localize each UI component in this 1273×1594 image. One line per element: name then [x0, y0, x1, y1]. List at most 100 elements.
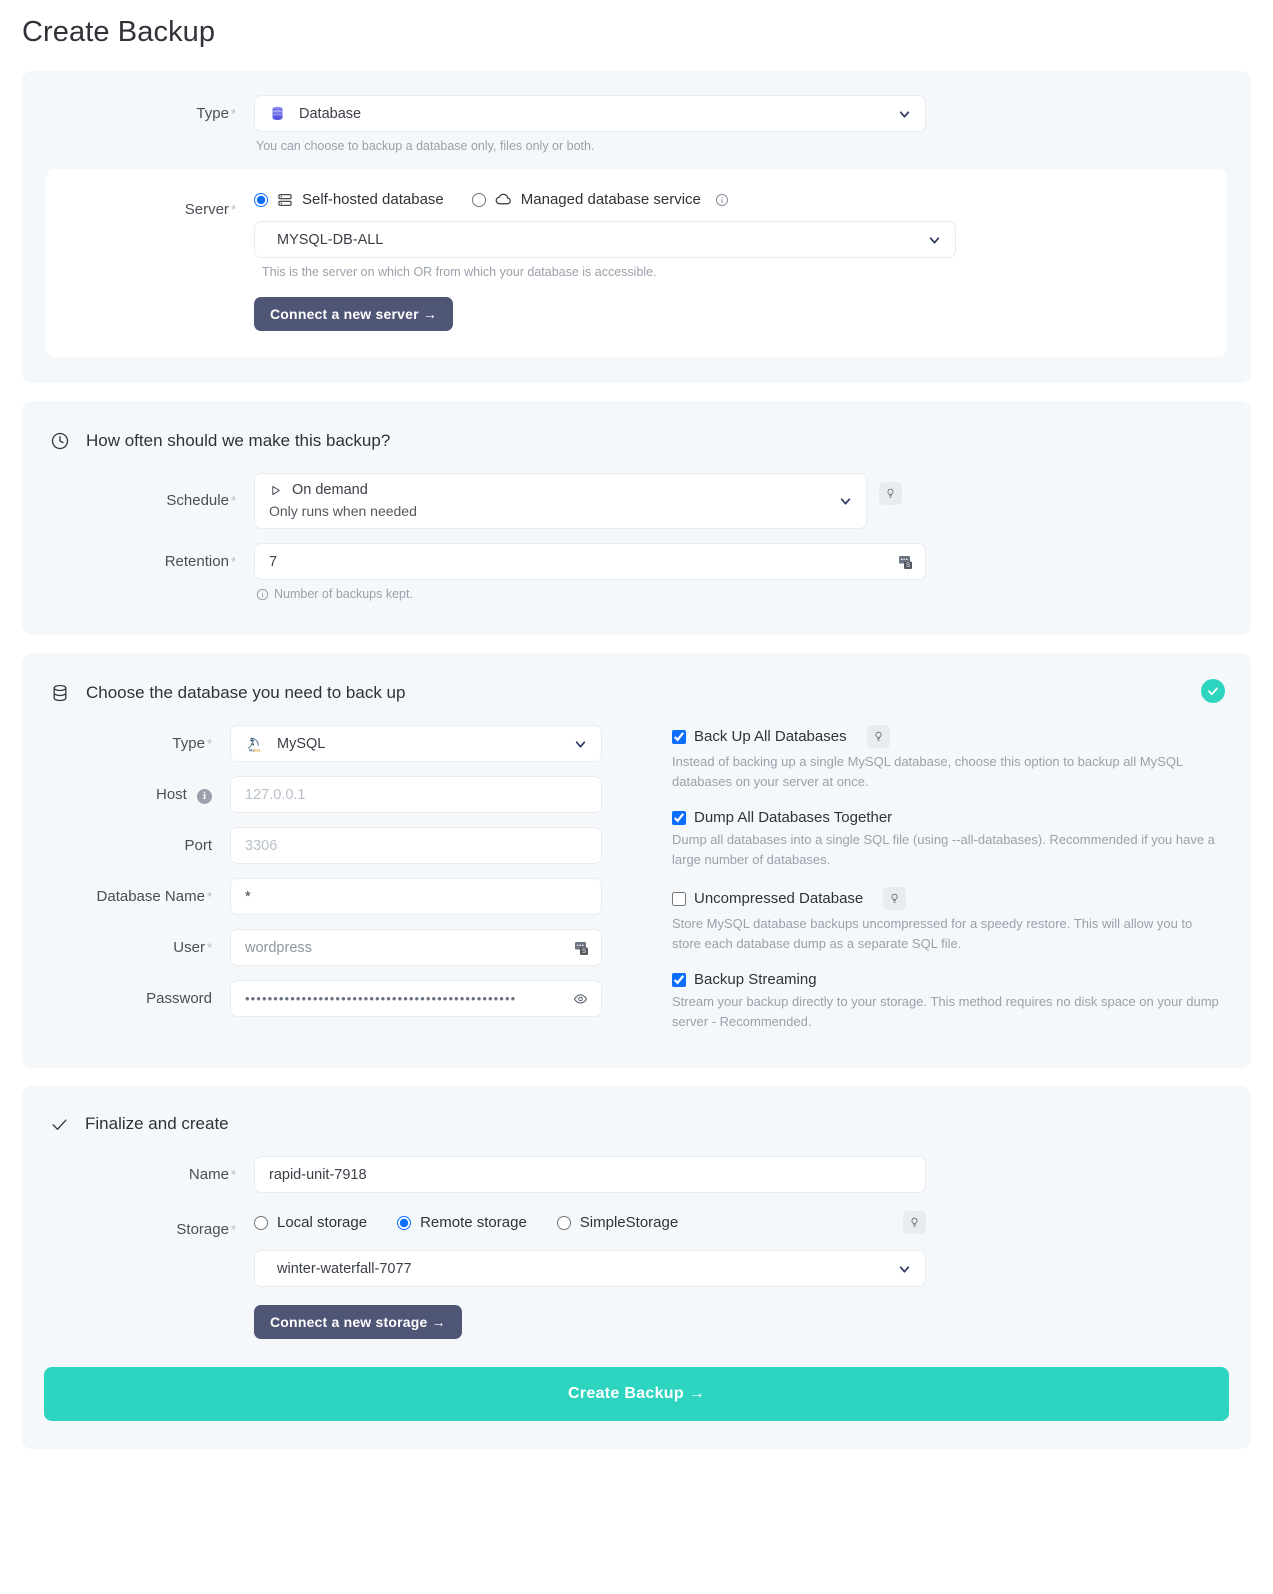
server-rack-icon: [277, 192, 293, 208]
chevron-down-icon[interactable]: [574, 738, 587, 751]
chevron-down-icon[interactable]: [839, 495, 852, 508]
db-name-label: Database Name*: [22, 878, 230, 915]
schedule-label: Schedule*: [46, 473, 254, 529]
option-backup-streaming[interactable]: Backup Streaming: [672, 971, 1219, 988]
info-icon: [256, 588, 269, 601]
server-select[interactable]: MYSQL-DB-ALL: [254, 221, 956, 258]
option-hint-button[interactable]: [867, 725, 890, 748]
radio-simplestorage-input[interactable]: [557, 1216, 571, 1230]
type-row: Type* Database: [22, 95, 1251, 155]
radio-simplestorage[interactable]: SimpleStorage: [557, 1214, 678, 1231]
db-type-label: Type*: [22, 725, 230, 762]
database-source-radio-group: Self-hosted database Managed database se…: [254, 191, 956, 208]
radio-self-hosted-input[interactable]: [254, 193, 268, 207]
lightbulb-icon: [873, 731, 884, 742]
radio-self-hosted-label: Self-hosted database: [302, 191, 444, 208]
info-icon[interactable]: [715, 193, 729, 207]
lightbulb-icon: [885, 488, 896, 499]
backup-name-value: rapid-unit-7918: [269, 1167, 367, 1183]
server-label: Server*: [46, 191, 254, 228]
eye-icon[interactable]: [572, 992, 589, 1010]
db-user-row: User* wordpress S: [22, 929, 642, 966]
schedule-value: On demand: [292, 482, 368, 498]
db-password-label: Password: [22, 980, 230, 1017]
radio-remote-storage[interactable]: Remote storage: [397, 1214, 527, 1231]
finalize-section-header: Finalize and create: [22, 1112, 1251, 1134]
connect-new-storage-button[interactable]: Connect a new storage →: [254, 1305, 462, 1339]
retention-input[interactable]: 7 S: [254, 543, 926, 580]
db-type-select[interactable]: My SQL MySQL: [230, 725, 602, 762]
option-back-up-all-databases[interactable]: Back Up All Databases: [672, 725, 1219, 748]
option-label: Uncompressed Database: [694, 890, 863, 907]
db-host-label: Host i: [22, 776, 230, 813]
retention-label: Retention*: [46, 543, 254, 580]
required-marker: *: [207, 889, 212, 904]
server-panel: Server*: [46, 169, 1227, 357]
db-name-value: *: [245, 889, 251, 905]
chevron-down-icon[interactable]: [928, 234, 941, 247]
db-port-input[interactable]: 3306: [230, 827, 602, 864]
retention-value: 7: [269, 554, 277, 570]
radio-managed-label: Managed database service: [521, 191, 701, 208]
schedule-subvalue: Only runs when needed: [269, 503, 417, 519]
db-password-input[interactable]: ••••••••••••••••••••••••••••••••••••••••…: [230, 980, 602, 1017]
storage-value: winter-waterfall-7077: [277, 1261, 412, 1277]
schedule-hint-button[interactable]: [879, 482, 902, 505]
database-stack-icon: [269, 105, 286, 122]
server-value: MYSQL-DB-ALL: [277, 232, 383, 248]
required-marker: *: [207, 736, 212, 751]
required-marker: *: [231, 1167, 236, 1182]
db-type-value: MySQL: [277, 736, 325, 752]
required-marker: *: [231, 106, 236, 121]
checkbox-backup-streaming[interactable]: [672, 973, 686, 987]
schedule-select[interactable]: On demand Only runs when needed: [254, 473, 867, 529]
checkbox-dump-all-databases-together[interactable]: [672, 811, 686, 825]
chevron-down-icon[interactable]: [898, 108, 911, 121]
svg-text:SQL: SQL: [254, 748, 262, 752]
create-backup-button[interactable]: Create Backup →: [44, 1367, 1229, 1421]
db-password-value: ••••••••••••••••••••••••••••••••••••••••…: [245, 991, 516, 1006]
info-icon[interactable]: i: [197, 789, 212, 804]
database-connection-form: Type* My SQL: [22, 725, 642, 1032]
option-label: Back Up All Databases: [694, 728, 847, 745]
option-dump-all-databases-together[interactable]: Dump All Databases Together: [672, 809, 1219, 826]
autofill-badge-icon[interactable]: S: [899, 554, 914, 570]
autofill-badge-icon[interactable]: S: [575, 940, 590, 956]
database-section-header: Choose the database you need to back up: [22, 681, 1251, 703]
radio-managed-database-service[interactable]: Managed database service: [472, 191, 729, 208]
option-label: Dump All Databases Together: [694, 809, 892, 826]
storage-row: Storage* Local storage Remote storage: [22, 1211, 1251, 1339]
storage-select[interactable]: winter-waterfall-7077: [254, 1250, 926, 1287]
db-user-input[interactable]: wordpress S: [230, 929, 602, 966]
db-port-placeholder: 3306: [245, 838, 277, 854]
storage-hint-button[interactable]: [903, 1211, 926, 1234]
backup-type-select[interactable]: Database: [254, 95, 926, 132]
page-title: Create Backup: [22, 16, 1251, 49]
create-backup-page: Create Backup Type*: [0, 16, 1273, 1491]
radio-managed-input[interactable]: [472, 193, 486, 207]
backup-name-input[interactable]: rapid-unit-7918: [254, 1156, 926, 1193]
radio-local-storage[interactable]: Local storage: [254, 1214, 367, 1231]
checkbox-uncompressed-database[interactable]: [672, 892, 686, 906]
database-card: Choose the database you need to back up …: [22, 653, 1251, 1068]
connect-new-server-button[interactable]: Connect a new server →: [254, 297, 453, 331]
backup-name-label: Name*: [46, 1156, 254, 1193]
radio-local-storage-input[interactable]: [254, 1216, 268, 1230]
option-description: Dump all databases into a single SQL fil…: [672, 830, 1219, 870]
chevron-down-icon[interactable]: [898, 1263, 911, 1276]
radio-self-hosted-database[interactable]: Self-hosted database: [254, 191, 444, 208]
checkbox-back-up-all-databases[interactable]: [672, 730, 686, 744]
db-name-input[interactable]: *: [230, 878, 602, 915]
database-icon: [50, 683, 70, 703]
db-host-input[interactable]: 127.0.0.1: [230, 776, 602, 813]
option-uncompressed-database[interactable]: Uncompressed Database: [672, 887, 1219, 910]
server-help-text: This is the server on which OR from whic…: [262, 264, 956, 281]
option-hint-button[interactable]: [883, 887, 906, 910]
radio-local-storage-label: Local storage: [277, 1214, 367, 1231]
radio-remote-storage-label: Remote storage: [420, 1214, 527, 1231]
check-icon: [50, 1115, 69, 1134]
radio-remote-storage-input[interactable]: [397, 1216, 411, 1230]
finalize-card: Finalize and create Name* rapid-unit-791…: [22, 1086, 1251, 1449]
db-host-row: Host i 127.0.0.1: [22, 776, 642, 813]
svg-text:S: S: [906, 563, 910, 569]
